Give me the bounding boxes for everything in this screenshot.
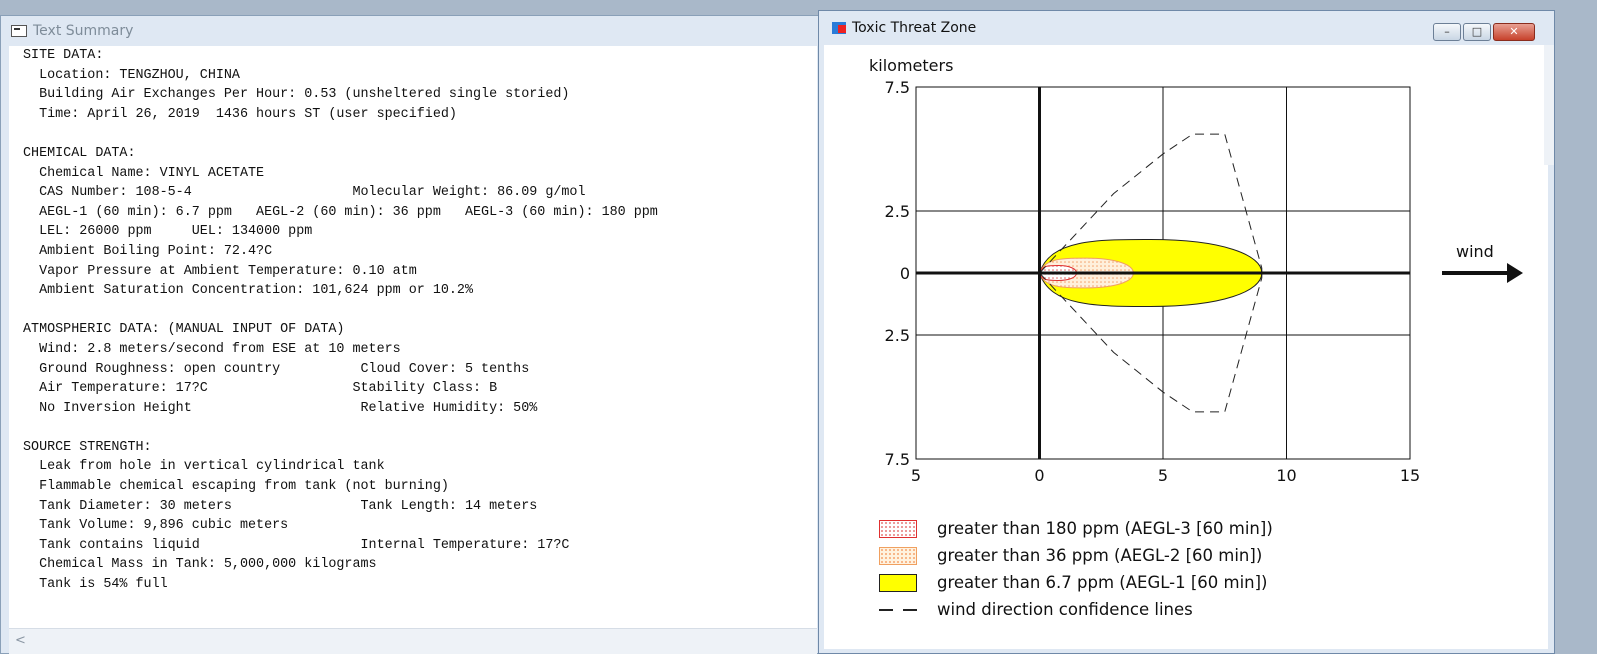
report-line: Tank contains liquid Internal Temperatur… [23,537,570,553]
report-line: Air Temperature: 17?C Stability Class: B [23,381,498,397]
report-line: AEGL-1 (60 min): 6.7 ppm AEGL-2 (60 min)… [23,204,658,220]
x-tick-label: 0 [1034,466,1044,485]
text-window-icon [11,25,27,37]
threat-zone-chart: 7.52.502.57.55051015kilometerskilometers… [869,56,1523,485]
x-axis-label: kilometers [1121,484,1205,485]
x-tick-label: 5 [1158,466,1168,485]
legend-item-aegl2: greater than 36 ppm (AEGL-2 [60 min]) [879,542,1273,569]
toxic-threat-zone-window: Toxic Threat Zone – □ ✕ 7.5 2.5 0 2.5 7.5 5 0 5… [818,10,1555,654]
close-button[interactable]: ✕ [1493,23,1535,41]
report-line: Building Air Exchanges Per Hour: 0.53 (u… [23,87,570,103]
report-line: LEL: 26000 ppm UEL: 134000 ppm [23,224,313,240]
threat-zone-window-icon [832,22,846,34]
text-summary-titlebar[interactable]: Text Summary [1,16,819,46]
legend-label: greater than 6.7 ppm (AEGL-1 [60 min]) [937,573,1268,592]
report-line: Location: TENGZHOU, CHINA [23,67,240,83]
vertical-scrollbar[interactable] [1544,45,1554,165]
dashed-line-swatch [879,608,917,611]
threat-zone-plot-area: 7.52.502.57.55051015kilometerskilometers… [824,45,1548,649]
legend-item-aegl1: greater than 6.7 ppm (AEGL-1 [60 min]) [879,569,1273,596]
aegl2-swatch [879,546,917,565]
legend-label: greater than 180 ppm (AEGL-3 [60 min]) [937,519,1273,538]
text-summary-title: Text Summary [33,23,134,39]
report-line: Vapor Pressure at Ambient Temperature: 0… [23,263,417,279]
report-line: Tank Diameter: 30 meters Tank Length: 14… [23,498,538,514]
chart-legend: greater than 180 ppm (AEGL-3 [60 min]) g… [879,515,1273,623]
maximize-button[interactable]: □ [1463,23,1491,41]
wind-arrow-icon [1507,263,1523,283]
threat-zone-title: Toxic Threat Zone [852,20,977,36]
x-tick-label: 10 [1276,466,1296,485]
report-line: Tank is 54% full [23,577,168,593]
report-line: Time: April 26, 2019 1436 hours ST (user… [23,106,457,122]
y-tick-label: 7.5 [885,78,910,97]
y-tick-label: 7.5 [885,450,910,469]
legend-label: greater than 36 ppm (AEGL-2 [60 min]) [937,546,1263,565]
text-summary-window: Text Summary SITE DATA: Location: TENGZH… [0,15,820,654]
x-tick-label: 15 [1400,466,1420,485]
report-line: Chemical Name: VINYL ACETATE [23,165,265,181]
report-line: No Inversion Height Relative Humidity: 5… [23,400,538,416]
legend-item-confidence-lines: wind direction confidence lines [879,596,1273,623]
horizontal-scrollbar[interactable]: < [9,628,817,654]
report-line: Ground Roughness: open country Cloud Cov… [23,361,530,377]
report-line: Tank Volume: 9,896 cubic meters [23,518,289,534]
x-tick-label: 5 [911,466,921,485]
text-summary-content: SITE DATA: Location: TENGZHOU, CHINA Bui… [9,46,817,628]
y-tick-label: 2.5 [885,202,910,221]
report-line: Flammable chemical escaping from tank (n… [23,479,449,495]
legend-label: wind direction confidence lines [937,600,1193,619]
aegl3-swatch [879,519,917,538]
report-line: ATMOSPHERIC DATA: (MANUAL INPUT OF DATA) [23,322,345,338]
report-line: SITE DATA: [23,48,104,63]
report-line: Ambient Saturation Concentration: 101,62… [23,283,473,299]
y-tick-label: 0 [900,264,910,283]
report-line: SOURCE STRENGTH: [23,439,152,455]
report-line: Ambient Boiling Point: 72.4?C [23,243,273,259]
y-tick-label: 2.5 [885,326,910,345]
report-line: Wind: 2.8 meters/second from ESE at 10 m… [23,341,401,357]
aegl1-swatch [879,573,917,592]
minimize-button[interactable]: – [1433,23,1461,41]
y-axis-label: kilometers [869,56,953,75]
legend-item-aegl3: greater than 180 ppm (AEGL-3 [60 min]) [879,515,1273,542]
text-summary-report: SITE DATA: Location: TENGZHOU, CHINA Bui… [9,46,817,595]
scroll-left-icon[interactable]: < [15,633,26,648]
report-line: CHEMICAL DATA: [23,145,136,161]
report-line: CAS Number: 108-5-4 Molecular Weight: 86… [23,185,586,201]
report-line: Chemical Mass in Tank: 5,000,000 kilogra… [23,557,377,573]
wind-label: wind [1456,242,1494,261]
report-line: Leak from hole in vertical cylindrical t… [23,459,385,475]
